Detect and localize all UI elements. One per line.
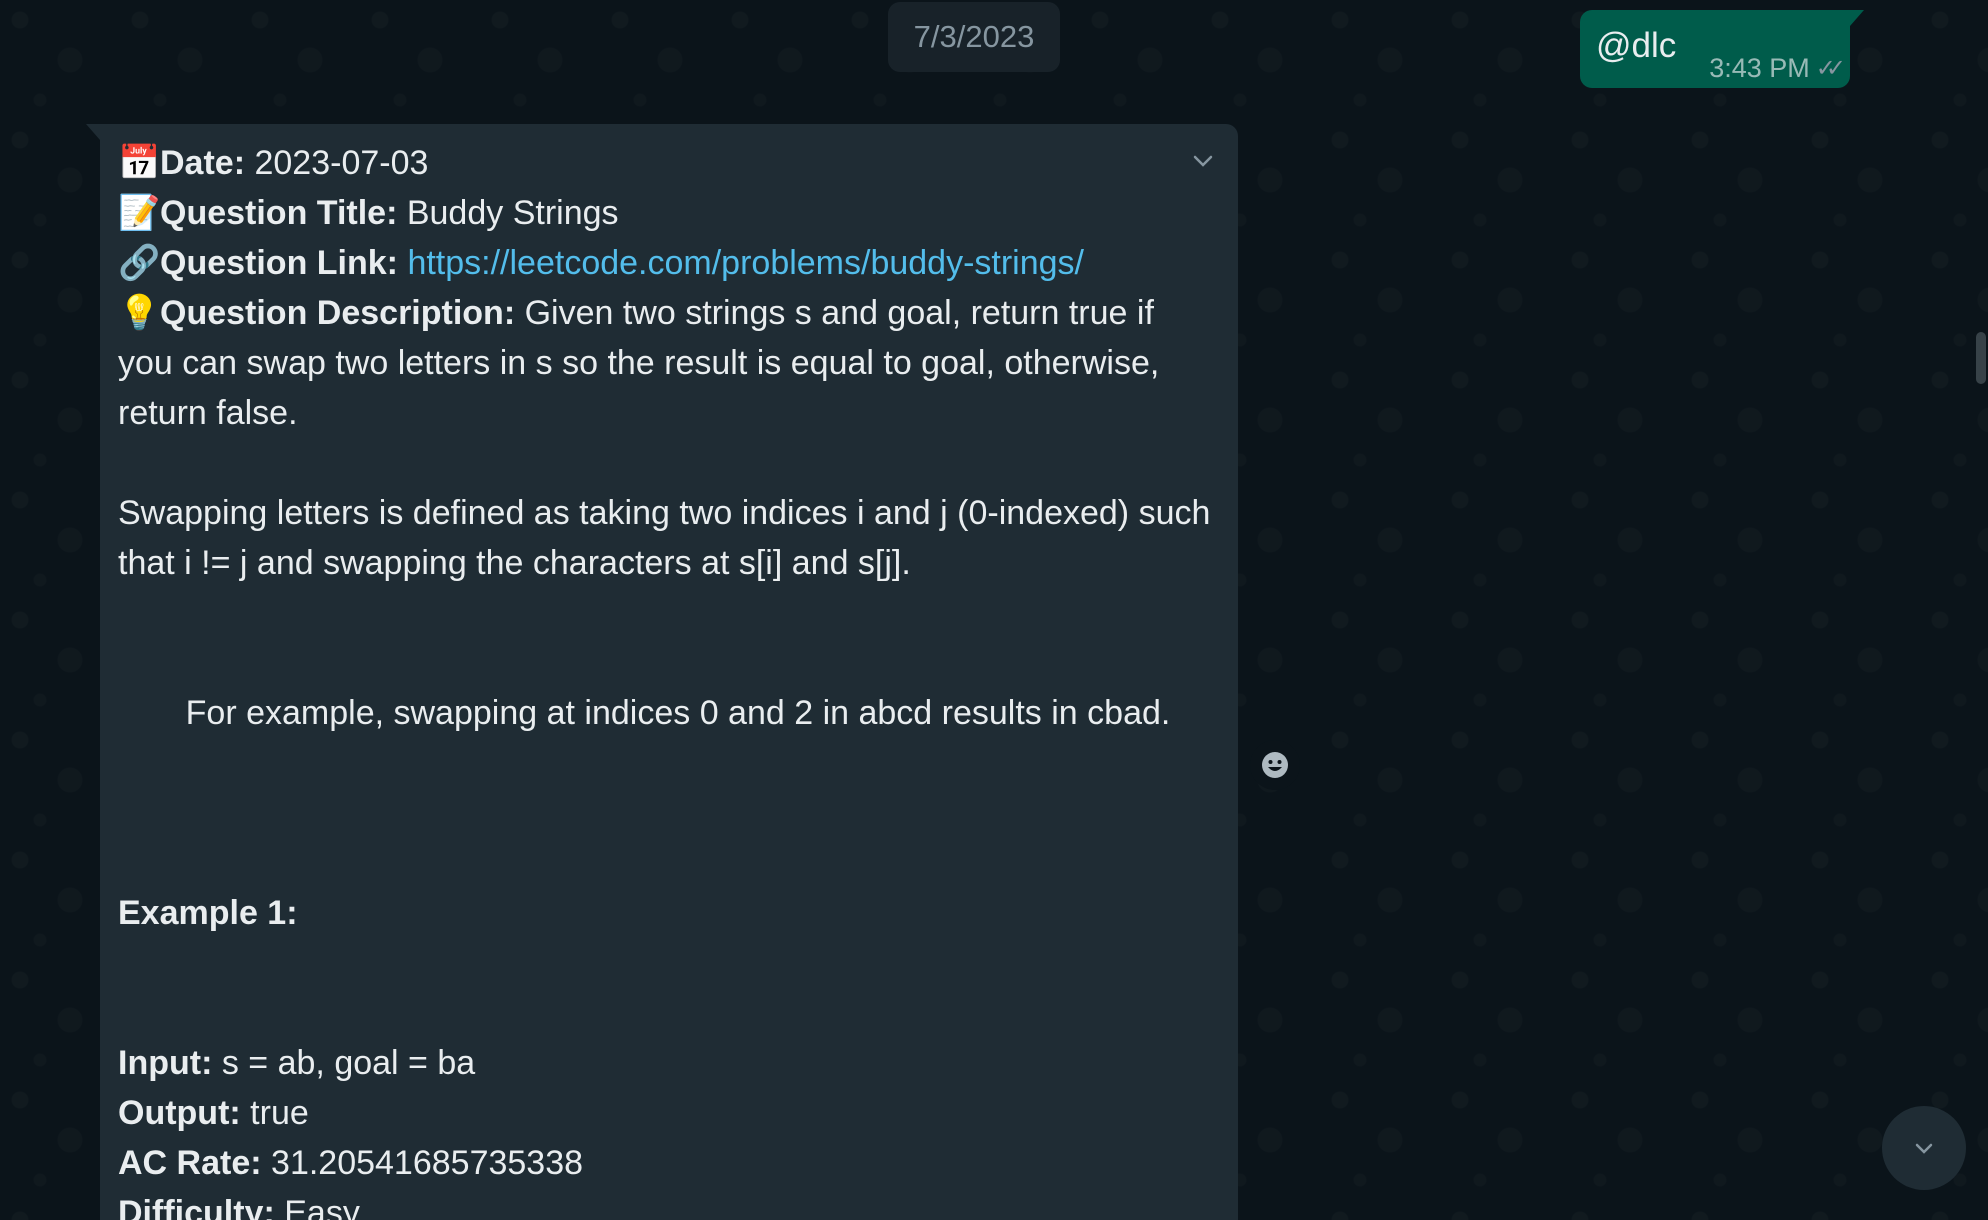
smiley-icon[interactable] bbox=[1250, 740, 1300, 790]
ac-rate-line: AC Rate: 31.20541685735338 bbox=[118, 1144, 584, 1182]
calendar-icon: 📅 bbox=[118, 144, 161, 182]
memo-icon: 📝 bbox=[118, 194, 161, 232]
difficulty-line: Difficulty: Easy bbox=[118, 1194, 360, 1220]
input-line: Input: s = ab, goal = ba bbox=[118, 1044, 476, 1082]
incoming-message[interactable]: 📅Date: 2023-07-03 📝Question Title: Buddy… bbox=[86, 124, 1238, 1220]
example-note: For example, swapping at indices 0 and 2… bbox=[185, 694, 1171, 732]
message-time: 3:43 PM bbox=[1709, 53, 1810, 83]
outgoing-message[interactable]: @dlc 3:43 PM ✓✓ bbox=[1580, 10, 1864, 88]
date-separator: 7/3/2023 bbox=[888, 2, 1060, 72]
outgoing-message-text: @dlc bbox=[1596, 26, 1677, 65]
message-body: 📅Date: 2023-07-03 📝Question Title: Buddy… bbox=[118, 138, 1218, 1220]
outgoing-message-meta: 3:43 PM ✓✓ bbox=[1709, 53, 1846, 84]
scrollbar-thumb[interactable] bbox=[1976, 332, 1986, 384]
link-line: 🔗Question Link: https://leetcode.com/pro… bbox=[118, 238, 1218, 288]
title-line: 📝Question Title: Buddy Strings bbox=[118, 188, 1218, 238]
chevron-down-icon bbox=[1915, 1143, 1933, 1154]
description-line: 💡Question Description: Given two strings… bbox=[118, 288, 1218, 438]
scroll-to-bottom-button[interactable] bbox=[1882, 1106, 1966, 1190]
date-line: 📅Date: 2023-07-03 bbox=[118, 138, 1218, 188]
question-link[interactable]: https://leetcode.com/problems/buddy-stri… bbox=[407, 244, 1084, 282]
description-paragraph: Swapping letters is defined as taking tw… bbox=[118, 494, 1211, 582]
double-check-icon: ✓✓ bbox=[1815, 55, 1846, 82]
output-line: Output: true bbox=[118, 1094, 309, 1132]
example-heading: Example 1: bbox=[118, 894, 298, 932]
lightbulb-icon: 💡 bbox=[118, 294, 161, 332]
link-icon: 🔗 bbox=[118, 244, 161, 282]
